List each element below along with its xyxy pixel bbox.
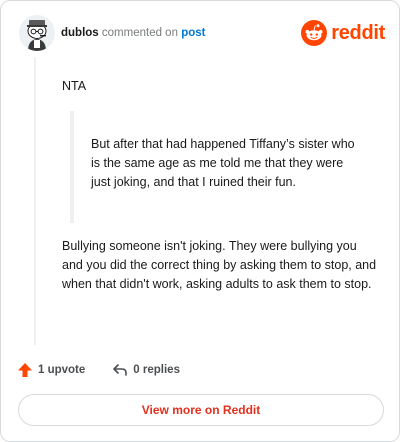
comment-header: dublos commented on post reddit	[19, 15, 385, 53]
reddit-wordmark: reddit	[331, 21, 385, 44]
thread-line[interactable]	[34, 57, 36, 345]
upvote-count: 1 upvote	[38, 364, 86, 376]
comment-byline: dublos commented on post	[61, 27, 205, 39]
post-link[interactable]: post	[181, 27, 205, 39]
username-link[interactable]: dublos	[61, 27, 99, 39]
comment-actions: 1 upvote 0 replies	[17, 359, 180, 381]
upvote-arrow-icon	[18, 363, 32, 377]
reddit-brand[interactable]: reddit	[301, 19, 385, 47]
blockquote: But after that had happened Tiffany’s si…	[70, 111, 360, 223]
comment-paragraph: Bullying someone isn't joking. They were…	[62, 239, 377, 291]
user-avatar-icon[interactable]	[19, 15, 55, 51]
quote-text: But after that had happened Tiffany’s si…	[91, 137, 355, 189]
replies-count: 0 replies	[133, 364, 180, 376]
replies-button[interactable]: 0 replies	[112, 362, 180, 378]
reply-arrow-icon	[113, 364, 128, 376]
view-more-button[interactable]: View more on Reddit	[18, 394, 384, 426]
reddit-logo-icon	[301, 20, 328, 46]
comment-first-line: NTA	[62, 79, 87, 93]
action-text: commented on	[101, 27, 178, 39]
upvote-button[interactable]: 1 upvote	[17, 362, 85, 378]
embedded-comment-card: dublos commented on post reddit NTA But …	[0, 0, 400, 442]
